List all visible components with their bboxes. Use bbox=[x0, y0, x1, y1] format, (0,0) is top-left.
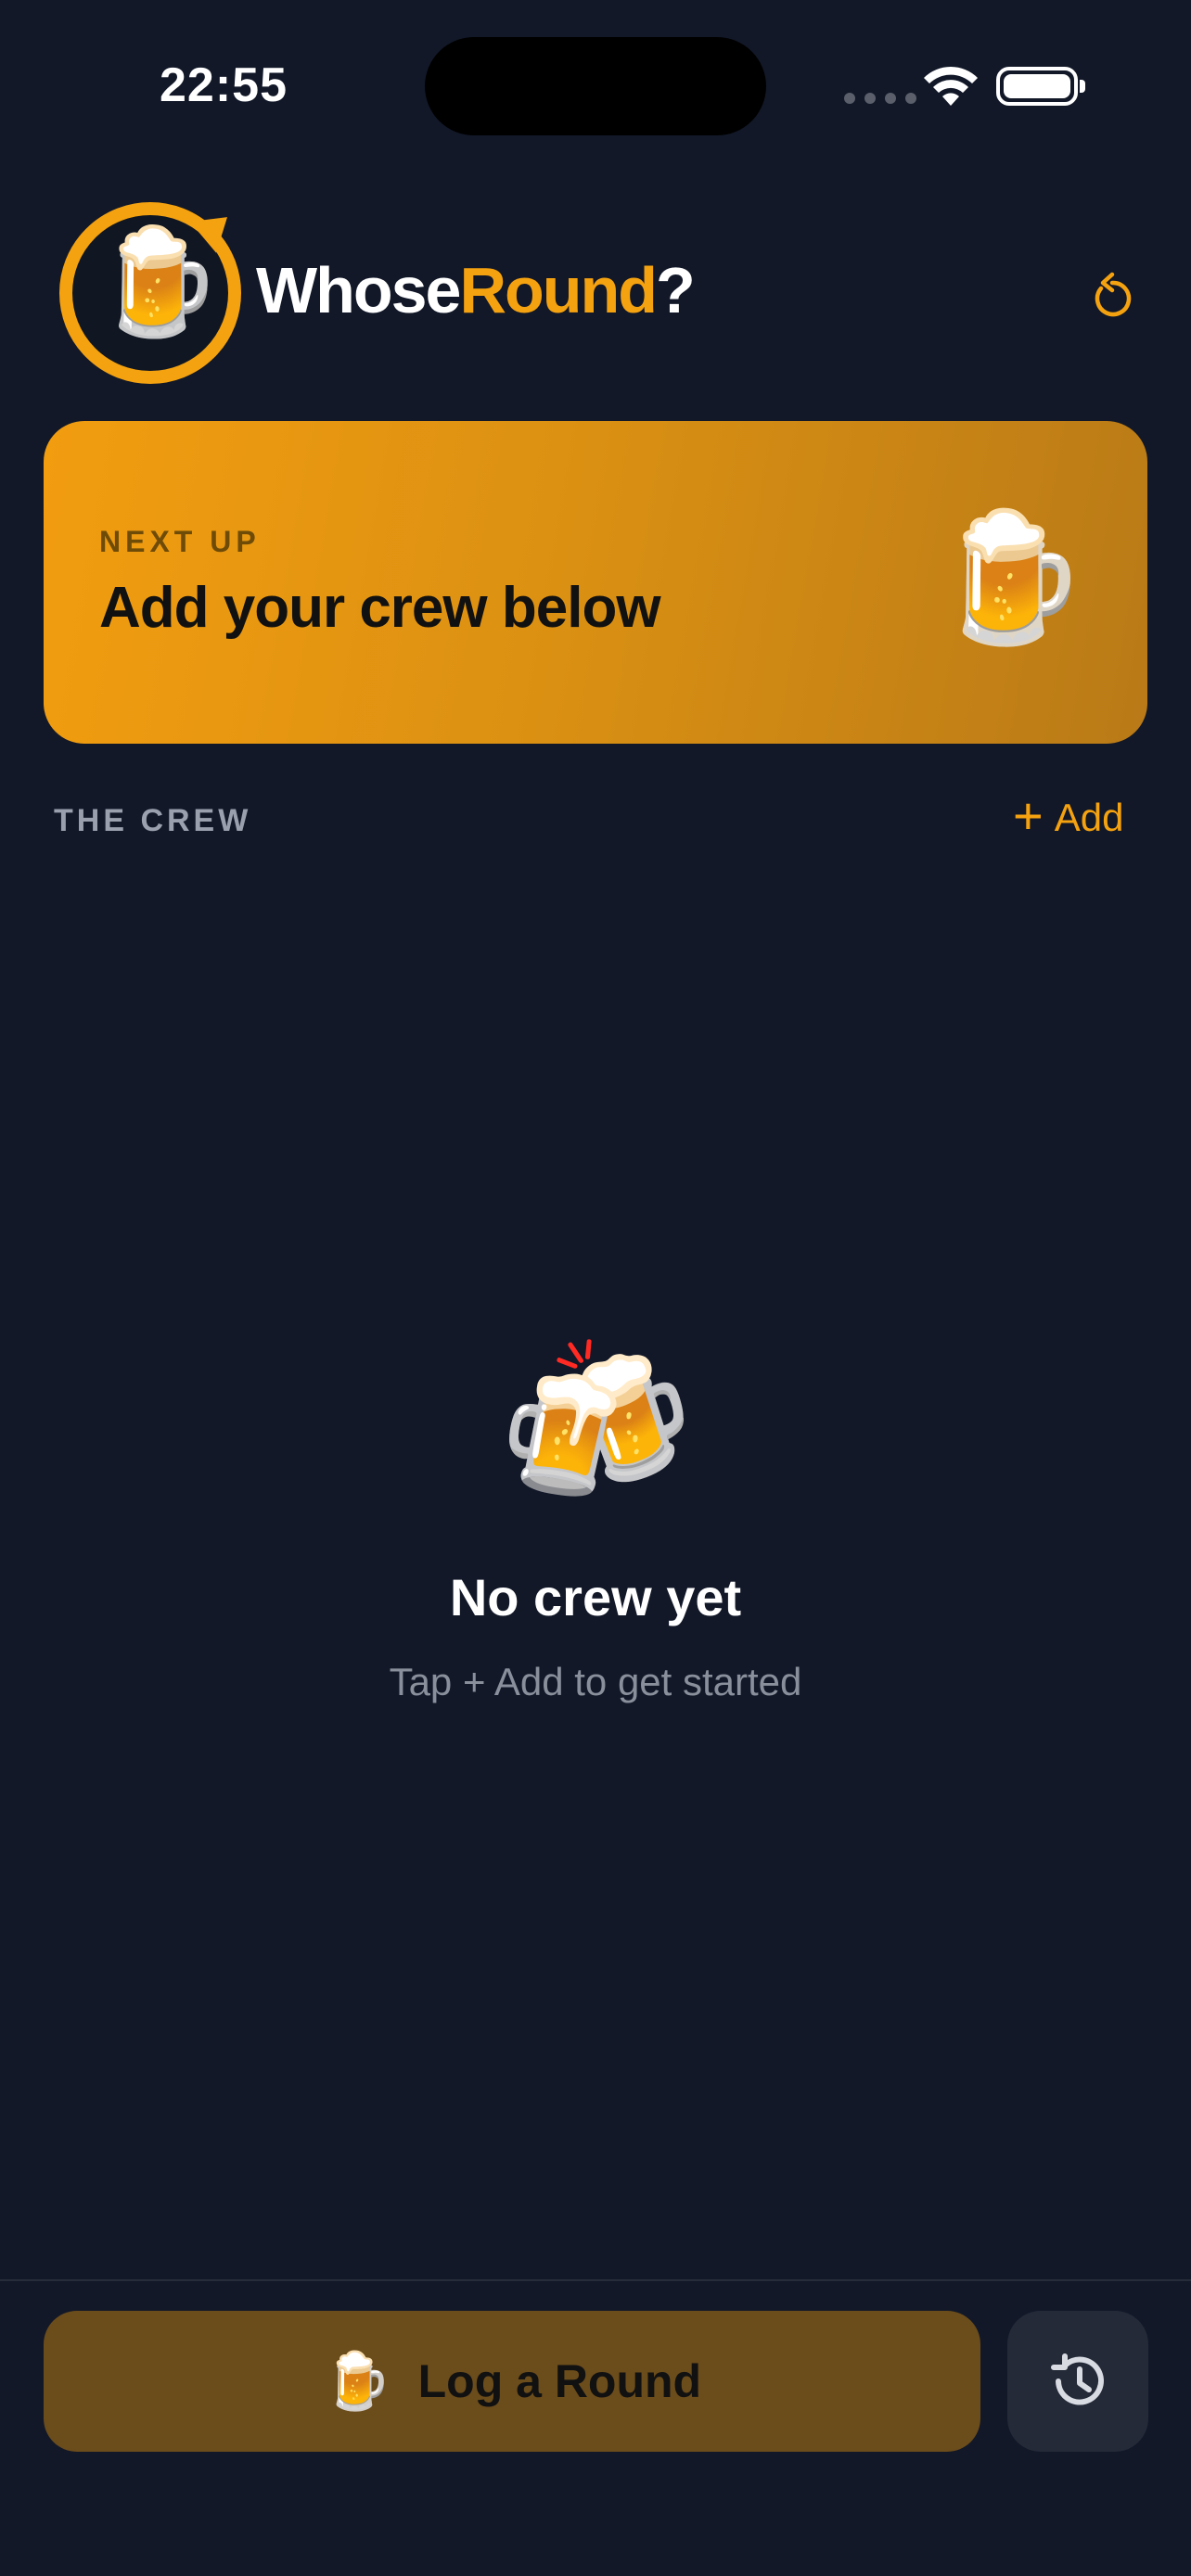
beer-mug-icon: 🍺 bbox=[930, 506, 1088, 647]
log-round-label: Log a Round bbox=[417, 2355, 702, 2407]
plus-icon: + bbox=[1013, 786, 1044, 845]
rotate-ccw-icon bbox=[1095, 272, 1132, 317]
app-title-part1: Whose bbox=[256, 254, 461, 326]
next-up-title: Add your crew below bbox=[99, 576, 661, 640]
history-button[interactable] bbox=[1007, 2311, 1148, 2452]
app-logo: 🍺 bbox=[59, 201, 241, 384]
app-title: WhoseRound? bbox=[256, 258, 696, 323]
battery-icon bbox=[996, 67, 1085, 106]
cellular-signal-icon bbox=[844, 93, 916, 104]
reset-button[interactable] bbox=[1083, 265, 1143, 325]
dynamic-island bbox=[425, 37, 766, 135]
clinking-mugs-icon: 🍻 bbox=[497, 1335, 694, 1511]
beer-mug-icon: 🍺 bbox=[93, 223, 223, 339]
beer-mug-icon: 🍺 bbox=[322, 2350, 392, 2412]
bottom-divider bbox=[0, 2279, 1191, 2281]
add-crew-button[interactable]: + Add bbox=[1013, 790, 1124, 842]
log-round-button[interactable]: 🍺 Log a Round bbox=[44, 2311, 980, 2452]
add-crew-label: Add bbox=[1054, 796, 1124, 839]
app-title-part2: Round bbox=[459, 254, 658, 326]
wifi-icon bbox=[924, 66, 978, 106]
crew-section-label: THE CREW bbox=[54, 803, 252, 838]
empty-state-subtitle: Tap + Add to get started bbox=[389, 1660, 802, 1703]
empty-state-title: No crew yet bbox=[449, 1568, 742, 1626]
app-title-part3: ? bbox=[656, 254, 696, 326]
next-up-label: NEXT UP bbox=[99, 525, 261, 558]
next-up-card: NEXT UP Add your crew below 🍺 bbox=[44, 421, 1147, 744]
history-icon bbox=[1051, 2353, 1104, 2405]
app-screen: 22:55 🍺 WhoseRound? NEXT UP Add your cre… bbox=[0, 0, 1191, 2576]
status-time: 22:55 bbox=[160, 58, 288, 112]
